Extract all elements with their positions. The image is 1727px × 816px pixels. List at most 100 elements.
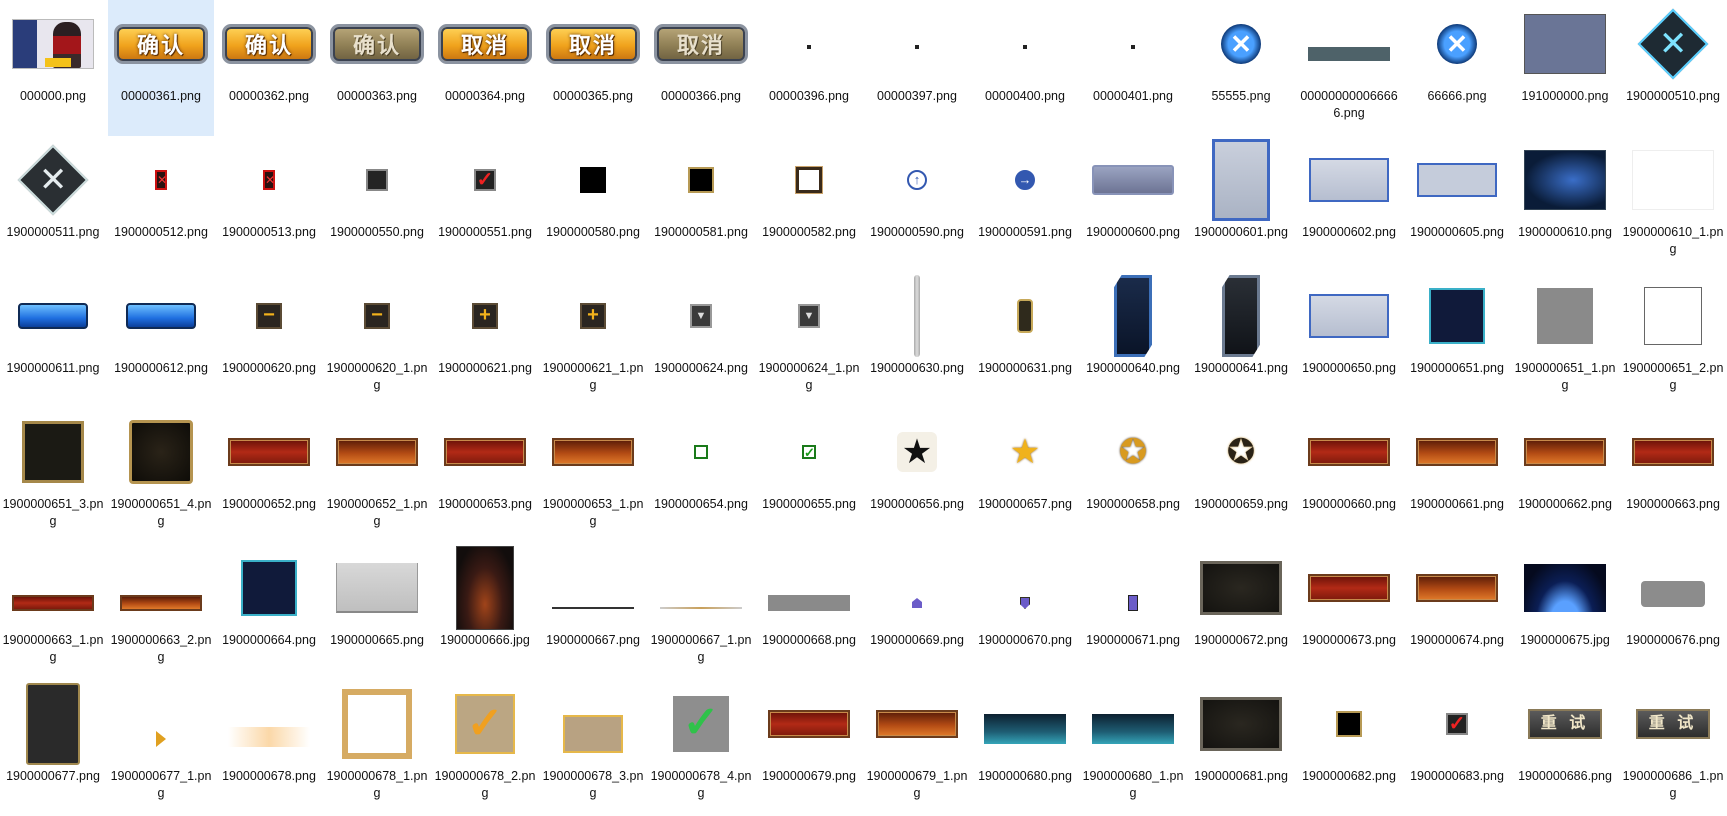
file-item[interactable]: 00000397.png bbox=[864, 0, 970, 136]
file-item[interactable]: − 1900000620.png bbox=[216, 272, 322, 408]
file-item[interactable]: 191000000.png bbox=[1512, 0, 1618, 136]
file-item[interactable]: 1900000672.png bbox=[1188, 544, 1294, 680]
file-item[interactable]: ✓ 1900000678_4.png bbox=[648, 680, 754, 816]
file-item[interactable]: 1900000680_1.png bbox=[1080, 680, 1186, 816]
file-item[interactable]: 1900000652_1.png bbox=[324, 408, 430, 544]
file-item[interactable]: 取消 00000365.png bbox=[540, 0, 646, 136]
file-item[interactable]: 1900000654.png bbox=[648, 408, 754, 544]
file-item[interactable]: 1900000602.png bbox=[1296, 136, 1402, 272]
file-item[interactable]: 1900000677.png bbox=[0, 680, 106, 816]
file-item[interactable]: 1900000663.png bbox=[1620, 408, 1726, 544]
file-item[interactable]: ✕ 66666.png bbox=[1404, 0, 1510, 136]
file-item[interactable]: 1900000674.png bbox=[1404, 544, 1510, 680]
file-item[interactable]: 1900000667_1.png bbox=[648, 544, 754, 680]
file-item[interactable]: +1900000621_1.png bbox=[540, 272, 646, 408]
file-item[interactable]: 1900000664.png bbox=[216, 544, 322, 680]
file-item[interactable]: 1900000611.png bbox=[0, 272, 106, 408]
file-item[interactable]: ✓ 1900000678_2.png bbox=[432, 680, 538, 816]
red-bar-thumbnail bbox=[1308, 574, 1390, 602]
file-item[interactable]: 1900000610_1.png bbox=[1620, 136, 1726, 272]
file-item[interactable]: 1900000612.png bbox=[108, 272, 214, 408]
file-item[interactable]: ✕ 1900000513.png bbox=[216, 136, 322, 272]
file-item[interactable]: 1900000580.png bbox=[540, 136, 646, 272]
file-item[interactable]: 1900000651_1.png bbox=[1512, 272, 1618, 408]
file-item[interactable]: 1900000671.png bbox=[1080, 544, 1186, 680]
file-name-label: 00000361.png bbox=[121, 89, 201, 103]
file-item[interactable]: ✕ 1900000510.png bbox=[1620, 0, 1726, 136]
file-item[interactable]: 1900000651.png bbox=[1404, 272, 1510, 408]
file-item[interactable]: 1900000667.png bbox=[540, 544, 646, 680]
file-item[interactable]: 重 试 1900000686_1.png bbox=[1620, 680, 1726, 816]
file-item[interactable]: 1900000665.png bbox=[324, 544, 430, 680]
file-item[interactable]: 1900000582.png bbox=[756, 136, 862, 272]
file-item[interactable]: ✓ 1900000551.png bbox=[432, 136, 538, 272]
file-item[interactable]: 1900000653.png bbox=[432, 408, 538, 544]
file-thumbnail bbox=[756, 680, 862, 768]
file-item[interactable]: 确认 00000361.png bbox=[108, 0, 214, 136]
file-item[interactable]: 1900000653_1.png bbox=[540, 408, 646, 544]
file-item[interactable]: 1900000601.png bbox=[1188, 136, 1294, 272]
file-item[interactable]: 000000.png bbox=[0, 0, 106, 136]
file-item[interactable]: 1900000652.png bbox=[216, 408, 322, 544]
file-item[interactable]: 确认 00000363.png bbox=[324, 0, 430, 136]
file-item[interactable]: 1900000641.png bbox=[1188, 272, 1294, 408]
file-item[interactable]: 1900000669.png bbox=[864, 544, 970, 680]
file-item[interactable]: ✪ 1900000658.png bbox=[1080, 408, 1186, 544]
file-item[interactable]: 1900000668.png bbox=[756, 544, 862, 680]
file-item[interactable]: ▼ 1900000624.png bbox=[648, 272, 754, 408]
file-item[interactable]: 1900000600.png bbox=[1080, 136, 1186, 272]
file-item[interactable]: ★ 1900000657.png bbox=[972, 408, 1078, 544]
file-item[interactable]: 1900000670.png bbox=[972, 544, 1078, 680]
file-item[interactable]: 1900000680.png bbox=[972, 680, 1078, 816]
file-item[interactable]: 1900000581.png bbox=[648, 136, 754, 272]
file-item[interactable]: ✪ 1900000659.png bbox=[1188, 408, 1294, 544]
file-item[interactable]: 1900000605.png bbox=[1404, 136, 1510, 272]
file-item[interactable]: 1900000681.png bbox=[1188, 680, 1294, 816]
file-item[interactable]: 1900000679_1.png bbox=[864, 680, 970, 816]
file-item[interactable]: 1900000630.png bbox=[864, 272, 970, 408]
file-item[interactable]: 1900000661.png bbox=[1404, 408, 1510, 544]
file-item[interactable]: 1900000682.png bbox=[1296, 680, 1402, 816]
file-item[interactable]: ✓ 1900000683.png bbox=[1404, 680, 1510, 816]
file-item[interactable]: 1900000676.png bbox=[1620, 544, 1726, 680]
file-item[interactable]: 00000401.png bbox=[1080, 0, 1186, 136]
file-item[interactable]: 1900000678_3.png bbox=[540, 680, 646, 816]
file-item[interactable]: 000000000066666.png bbox=[1296, 0, 1402, 136]
file-item[interactable]: 1900000650.png bbox=[1296, 272, 1402, 408]
file-item[interactable]: 1900000663_1.png bbox=[0, 544, 106, 680]
file-item[interactable]: 1900000610.png bbox=[1512, 136, 1618, 272]
file-item[interactable]: 1900000550.png bbox=[324, 136, 430, 272]
file-item[interactable]: 重 试 1900000686.png bbox=[1512, 680, 1618, 816]
file-item[interactable]: +1900000621.png bbox=[432, 272, 538, 408]
file-item[interactable]: 取消 00000366.png bbox=[648, 0, 754, 136]
file-item[interactable]: 取消 00000364.png bbox=[432, 0, 538, 136]
file-item[interactable]: − 1900000620_1.png bbox=[324, 272, 430, 408]
file-item[interactable]: 1900000677_1.png bbox=[108, 680, 214, 816]
file-item[interactable]: ✕ 55555.png bbox=[1188, 0, 1294, 136]
file-item[interactable]: 1900000679.png bbox=[756, 680, 862, 816]
file-item[interactable]: → 1900000591.png bbox=[972, 136, 1078, 272]
file-item[interactable]: 1900000666.jpg bbox=[432, 544, 538, 680]
file-item[interactable]: 1900000660.png bbox=[1296, 408, 1402, 544]
file-item[interactable]: 1900000651_3.png bbox=[0, 408, 106, 544]
file-item[interactable]: 确认 00000362.png bbox=[216, 0, 322, 136]
file-item[interactable]: ✕ 1900000512.png bbox=[108, 136, 214, 272]
file-item[interactable]: 00000396.png bbox=[756, 0, 862, 136]
file-item[interactable]: 1900000631.png bbox=[972, 272, 1078, 408]
file-item[interactable]: 1900000640.png bbox=[1080, 272, 1186, 408]
file-item[interactable]: 1900000663_2.png bbox=[108, 544, 214, 680]
file-item[interactable]: 1900000678.png bbox=[216, 680, 322, 816]
file-item[interactable]: 1900000678_1.png bbox=[324, 680, 430, 816]
file-item[interactable]: ✓ 1900000655.png bbox=[756, 408, 862, 544]
file-item[interactable]: ★ 1900000656.png bbox=[864, 408, 970, 544]
file-item[interactable]: ↑ 1900000590.png bbox=[864, 136, 970, 272]
file-item[interactable]: 1900000651_4.png bbox=[108, 408, 214, 544]
file-item[interactable]: ✕ 1900000511.png bbox=[0, 136, 106, 272]
file-item[interactable]: 1900000673.png bbox=[1296, 544, 1402, 680]
file-item[interactable]: 1900000651_2.png bbox=[1620, 272, 1726, 408]
dark-gold-frame-thumbnail bbox=[22, 421, 84, 483]
file-item[interactable]: 1900000662.png bbox=[1512, 408, 1618, 544]
file-item[interactable]: 1900000675.jpg bbox=[1512, 544, 1618, 680]
file-item[interactable]: 00000400.png bbox=[972, 0, 1078, 136]
file-item[interactable]: ▼ 1900000624_1.png bbox=[756, 272, 862, 408]
